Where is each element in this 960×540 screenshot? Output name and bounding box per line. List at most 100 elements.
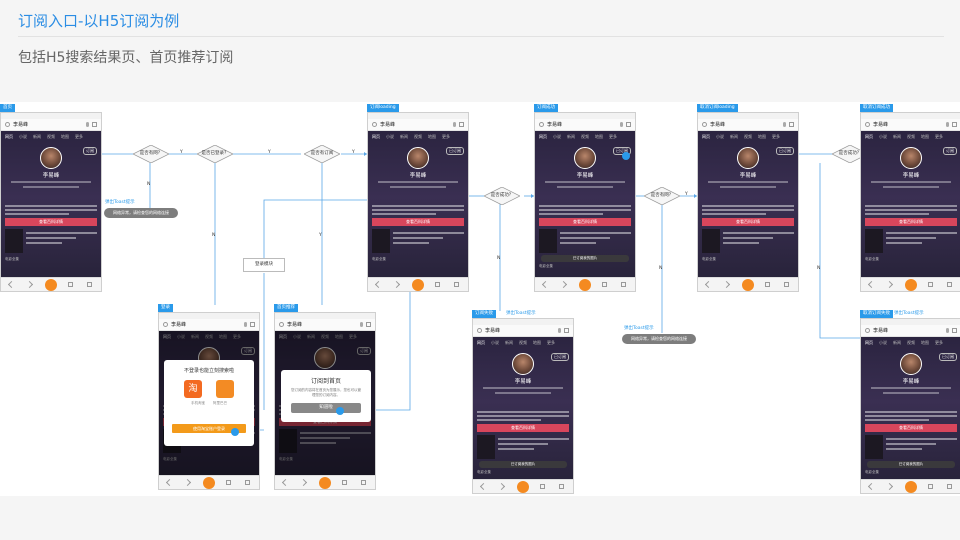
got-it-button[interactable]: 知道啦	[291, 403, 361, 413]
tabs-icon[interactable]	[947, 282, 952, 287]
subscribe-button[interactable]: 订阅	[357, 347, 371, 355]
result-tab[interactable]: 小说	[716, 134, 724, 140]
subscribe-button[interactable]: 订阅	[943, 147, 957, 155]
related-card[interactable]	[5, 229, 97, 253]
footer-link[interactable]: 电影全集	[861, 468, 960, 478]
result-tab[interactable]: 视频	[581, 134, 589, 140]
home-icon[interactable]	[928, 484, 933, 489]
result-tab[interactable]: 更多	[349, 334, 357, 340]
result-tab[interactable]: 网页	[702, 134, 710, 140]
forward-icon[interactable]	[497, 482, 506, 491]
result-tab[interactable]: 新闻	[400, 134, 408, 140]
result-tab[interactable]: 视频	[519, 340, 527, 346]
result-tab[interactable]: 更多	[442, 134, 450, 140]
result-tab[interactable]: 地图	[533, 340, 541, 346]
menu-icon[interactable]	[952, 328, 957, 333]
forward-icon[interactable]	[885, 280, 894, 289]
result-tab[interactable]: 网页	[539, 134, 547, 140]
subscribe-button[interactable]: 已订阅	[776, 147, 794, 155]
result-tab[interactable]: 视频	[907, 134, 915, 140]
search-bar[interactable]: 李易峰	[861, 325, 960, 337]
result-tab[interactable]: 视频	[321, 334, 329, 340]
home-center-icon[interactable]	[203, 477, 215, 489]
tabs-icon[interactable]	[361, 480, 366, 485]
tabs-icon[interactable]	[245, 480, 250, 485]
result-tab[interactable]: 地图	[335, 334, 343, 340]
footer-link[interactable]: 电影全集	[861, 255, 960, 265]
subscribe-button[interactable]: 已订阅	[939, 353, 957, 361]
result-tab[interactable]: 更多	[233, 334, 241, 340]
back-icon[interactable]	[704, 280, 713, 289]
forward-icon[interactable]	[299, 478, 308, 487]
menu-icon[interactable]	[250, 322, 255, 327]
related-card[interactable]	[865, 229, 957, 253]
back-icon[interactable]	[867, 280, 876, 289]
menu-icon[interactable]	[789, 122, 794, 127]
forward-icon[interactable]	[885, 482, 894, 491]
result-tab[interactable]: 更多	[75, 134, 83, 140]
search-bar[interactable]: 李易峰	[698, 119, 798, 131]
footer-link[interactable]: 电影全集	[535, 262, 635, 272]
back-icon[interactable]	[7, 280, 16, 289]
menu-icon[interactable]	[366, 322, 371, 327]
menu-icon[interactable]	[626, 122, 631, 127]
back-icon[interactable]	[374, 280, 383, 289]
back-icon[interactable]	[541, 280, 550, 289]
result-tab[interactable]: 地图	[921, 134, 929, 140]
home-center-icon[interactable]	[45, 279, 57, 291]
result-tab[interactable]: 更多	[609, 134, 617, 140]
result-tab[interactable]: 小说	[19, 134, 27, 140]
result-tab[interactable]: 小说	[177, 334, 185, 340]
footer-link[interactable]: 电影全集	[159, 455, 259, 465]
tabs-icon[interactable]	[947, 484, 952, 489]
footer-link[interactable]: 电影全集	[1, 255, 101, 265]
home-icon[interactable]	[68, 282, 73, 287]
home-center-icon[interactable]	[579, 279, 591, 291]
result-tab[interactable]: 更多	[547, 340, 555, 346]
mic-icon[interactable]	[453, 122, 456, 127]
result-tab[interactable]: 网页	[163, 334, 171, 340]
home-center-icon[interactable]	[742, 279, 754, 291]
home-icon[interactable]	[435, 282, 440, 287]
result-tab[interactable]: 小说	[293, 334, 301, 340]
home-center-icon[interactable]	[319, 477, 331, 489]
home-icon[interactable]	[765, 282, 770, 287]
result-tab[interactable]: 视频	[744, 134, 752, 140]
result-tab[interactable]: 地图	[921, 340, 929, 346]
result-tab[interactable]: 更多	[935, 134, 943, 140]
result-tab[interactable]: 网页	[477, 340, 485, 346]
result-tab[interactable]: 视频	[414, 134, 422, 140]
subscribe-button[interactable]: 已订阅	[446, 147, 464, 155]
related-card[interactable]	[279, 429, 371, 453]
forward-icon[interactable]	[183, 478, 192, 487]
result-tab[interactable]: 小说	[879, 134, 887, 140]
related-card[interactable]	[702, 229, 794, 253]
result-tab[interactable]: 更多	[935, 340, 943, 346]
result-tab[interactable]: 网页	[5, 134, 13, 140]
tabs-icon[interactable]	[559, 484, 564, 489]
result-tab[interactable]: 新闻	[505, 340, 513, 346]
detail-button[interactable]: 查看百科详情	[865, 218, 957, 226]
back-icon[interactable]	[867, 482, 876, 491]
mic-icon[interactable]	[360, 322, 363, 327]
related-card[interactable]	[372, 229, 464, 253]
tabs-icon[interactable]	[454, 282, 459, 287]
footer-link[interactable]: 电影全集	[698, 255, 798, 265]
search-bar[interactable]: 李易峰	[275, 319, 375, 331]
tabs-icon[interactable]	[621, 282, 626, 287]
result-tab[interactable]: 小说	[553, 134, 561, 140]
menu-icon[interactable]	[564, 328, 569, 333]
result-tab[interactable]: 视频	[47, 134, 55, 140]
search-bar[interactable]: 李易峰	[368, 119, 468, 131]
forward-icon[interactable]	[722, 280, 731, 289]
home-center-icon[interactable]	[905, 279, 917, 291]
footer-link[interactable]: 电影全集	[368, 255, 468, 265]
subscribe-button[interactable]: 已订阅	[551, 353, 569, 361]
search-bar[interactable]: 李易峰	[1, 119, 101, 131]
menu-icon[interactable]	[952, 122, 957, 127]
search-bar[interactable]: 李易峰	[535, 119, 635, 131]
mic-icon[interactable]	[558, 328, 561, 333]
result-tab[interactable]: 新闻	[567, 134, 575, 140]
detail-button[interactable]: 查看百科详情	[865, 424, 957, 432]
tabs-icon[interactable]	[87, 282, 92, 287]
